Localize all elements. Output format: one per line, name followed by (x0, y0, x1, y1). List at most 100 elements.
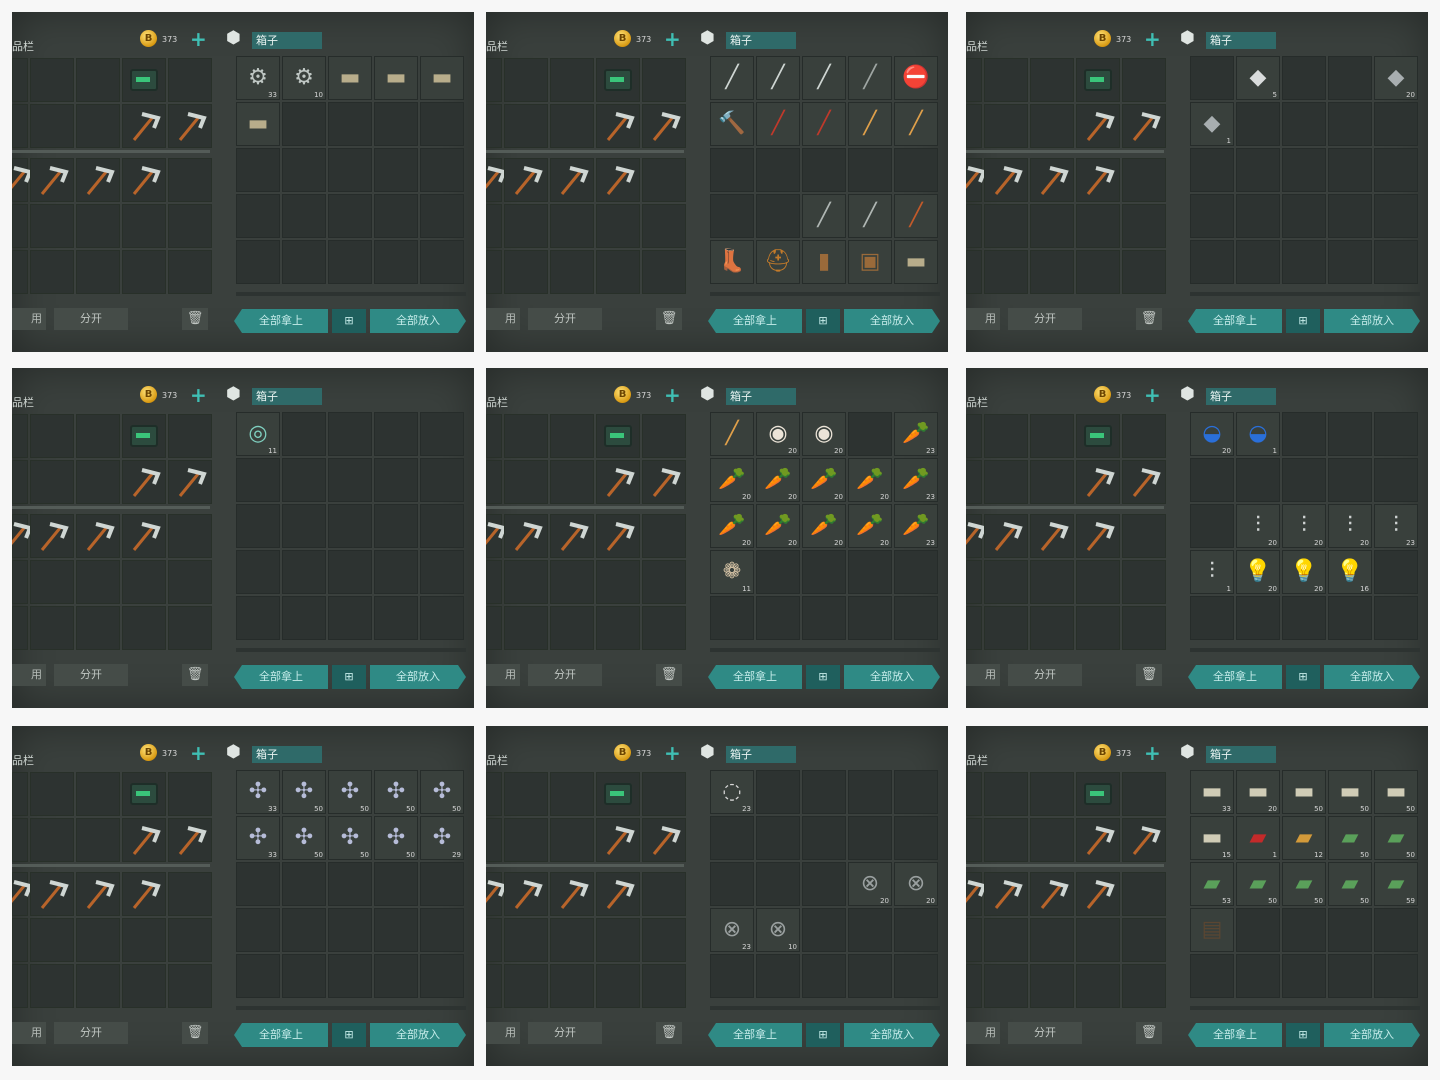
box-slot[interactable] (1190, 56, 1234, 100)
inventory-slot[interactable] (504, 158, 548, 202)
box-slot[interactable] (848, 550, 892, 594)
inventory-slot[interactable] (550, 872, 594, 916)
inventory-slot[interactable] (76, 250, 120, 294)
box-slot[interactable] (282, 954, 326, 998)
inventory-slot[interactable] (550, 58, 594, 102)
box-slot[interactable]: 🥕 23 (894, 458, 938, 502)
box-slot[interactable] (1328, 596, 1372, 640)
inventory-slot[interactable] (966, 606, 982, 650)
box-slot[interactable]: ▬ (420, 56, 464, 100)
inventory-slot[interactable] (1030, 964, 1074, 1008)
box-slot[interactable] (420, 862, 464, 906)
inventory-slot[interactable] (504, 460, 548, 504)
box-slot[interactable] (374, 458, 418, 502)
inventory-slot[interactable] (550, 560, 594, 604)
inventory-slot[interactable] (1076, 918, 1120, 962)
take-all-button[interactable]: 全部拿上 (234, 309, 328, 333)
box-slot[interactable]: 🥕 20 (848, 458, 892, 502)
box-slot[interactable]: ▬ 15 (1190, 816, 1234, 860)
box-slot[interactable]: 💡 20 (1282, 550, 1326, 594)
box-slot[interactable] (1236, 954, 1280, 998)
inventory-slot[interactable] (1122, 58, 1166, 102)
inventory-slot[interactable] (550, 918, 594, 962)
inventory-slot[interactable] (1030, 204, 1074, 248)
box-slot[interactable]: ╱ (710, 56, 754, 100)
box-slot[interactable] (1190, 596, 1234, 640)
box-slot[interactable] (848, 816, 892, 860)
box-slot[interactable] (236, 908, 280, 952)
box-slot[interactable] (710, 194, 754, 238)
box-slot[interactable]: ▣ (848, 240, 892, 284)
inventory-slot[interactable] (76, 772, 120, 816)
add-coins-button[interactable]: + (664, 383, 681, 407)
box-slot[interactable]: ◆ 20 (1374, 56, 1418, 100)
box-slot[interactable] (1328, 954, 1372, 998)
box-slot[interactable] (1374, 194, 1418, 238)
inventory-slot[interactable] (984, 204, 1028, 248)
inventory-slot[interactable] (12, 872, 33, 916)
box-slot[interactable]: ✣ 50 (328, 770, 372, 814)
box-slot[interactable]: ⛔ (894, 56, 938, 100)
box-slot[interactable]: 🥕 23 (894, 504, 938, 548)
take-all-button[interactable]: 全部拿上 (1188, 1023, 1282, 1047)
inventory-slot[interactable] (1076, 204, 1120, 248)
box-slot[interactable] (374, 194, 418, 238)
inventory-slot[interactable] (486, 560, 502, 604)
inventory-slot[interactable] (504, 818, 548, 862)
inventory-slot[interactable] (122, 158, 166, 202)
trash-icon[interactable]: 🗑 (656, 1022, 682, 1044)
inventory-slot[interactable] (966, 964, 982, 1008)
inventory-slot[interactable] (122, 250, 166, 294)
box-slot[interactable] (894, 550, 938, 594)
inventory-slot[interactable] (122, 772, 166, 816)
split-button[interactable]: 分开 (528, 308, 602, 330)
box-slot[interactable]: ╱ (756, 102, 800, 146)
box-slot[interactable]: ⛑ (756, 240, 800, 284)
inventory-slot[interactable] (168, 514, 212, 558)
box-slot[interactable]: ╱ (848, 56, 892, 100)
box-slot[interactable] (420, 240, 464, 284)
inventory-slot[interactable] (1122, 514, 1166, 558)
inventory-slot[interactable] (12, 818, 28, 862)
inventory-slot[interactable] (30, 606, 74, 650)
box-slot[interactable] (1374, 954, 1418, 998)
inventory-slot[interactable] (1030, 818, 1074, 862)
box-slot[interactable] (282, 550, 326, 594)
box-slot[interactable]: ▬ (374, 56, 418, 100)
inventory-slot[interactable] (596, 204, 640, 248)
box-slot[interactable] (282, 862, 326, 906)
inventory-slot[interactable] (504, 606, 548, 650)
box-slot[interactable] (374, 102, 418, 146)
inventory-slot[interactable] (966, 104, 982, 148)
inventory-slot[interactable] (168, 818, 212, 862)
inventory-slot[interactable] (966, 918, 982, 962)
box-slot[interactable]: ▬ 33 (1190, 770, 1234, 814)
inventory-slot[interactable] (1030, 58, 1074, 102)
box-slot[interactable]: ◉ 20 (802, 412, 846, 456)
inventory-slot[interactable] (30, 158, 74, 202)
take-all-button[interactable]: 全部拿上 (708, 665, 802, 689)
inventory-slot[interactable] (1030, 414, 1074, 458)
inventory-slot[interactable] (486, 964, 502, 1008)
box-slot[interactable] (802, 816, 846, 860)
box-slot[interactable]: ╱ (894, 102, 938, 146)
box-slot[interactable] (328, 412, 372, 456)
box-slot[interactable] (282, 148, 326, 192)
box-slot[interactable] (420, 504, 464, 548)
use-button[interactable]: 用 (486, 308, 520, 330)
inventory-slot[interactable] (168, 964, 212, 1008)
inventory-slot[interactable] (122, 58, 166, 102)
split-button[interactable]: 分开 (54, 1022, 128, 1044)
box-slot[interactable] (1282, 148, 1326, 192)
inventory-slot[interactable] (76, 872, 120, 916)
inventory-slot[interactable] (550, 158, 594, 202)
box-slot[interactable] (1236, 458, 1280, 502)
inventory-slot[interactable] (984, 414, 1028, 458)
inventory-slot[interactable] (168, 918, 212, 962)
inventory-slot[interactable] (12, 158, 33, 202)
inventory-slot[interactable] (122, 606, 166, 650)
inventory-slot[interactable] (1076, 460, 1120, 504)
inventory-slot[interactable] (1122, 872, 1166, 916)
inventory-slot[interactable] (984, 250, 1028, 294)
box-slot[interactable]: ⊗ 20 (894, 862, 938, 906)
